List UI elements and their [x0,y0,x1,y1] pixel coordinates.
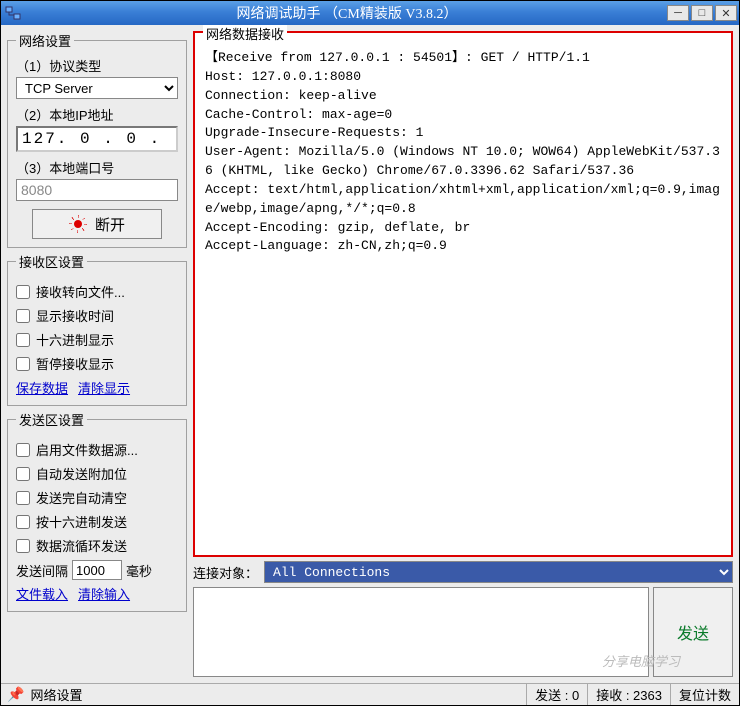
protocol-label: （1）协议类型 [16,56,178,75]
send-link-clear[interactable]: 清除输入 [78,584,130,603]
network-settings-group: 网络设置 （1）协议类型 TCP Server （2）本地IP地址 （3）本地端… [7,31,187,248]
connection-row: 连接对象： All Connections [193,561,733,583]
send-opt-auto[interactable]: 自动发送附加位 [16,464,178,483]
interval-label: 发送间隔 [16,561,68,580]
ip-label: （2）本地IP地址 [16,105,178,124]
port-label: （3）本地端口号 [16,158,178,177]
disconnect-label: 断开 [95,214,125,235]
send-settings-group: 发送区设置 启用文件数据源... 自动发送附加位 发送完自动清空 按十六进制发送… [7,410,187,612]
send-textarea[interactable] [193,587,649,677]
send-opt-clear[interactable]: 发送完自动清空 [16,488,178,507]
right-panel: 网络数据接收 【Receive from 127.0.0.1 : 54501】:… [193,31,733,677]
app-window: 网络调试助手 （CM精装版 V3.8.2） ─ □ ✕ 网络设置 （1）协议类型… [0,0,740,706]
pin-icon[interactable]: 📌 [1,686,30,703]
status-recv-count: 接收 : 2363 [587,684,670,705]
recv-area-legend: 网络数据接收 [203,25,287,43]
send-opt-loop[interactable]: 数据流循环发送 [16,536,178,555]
app-icon [3,4,23,22]
recv-opt-file[interactable]: 接收转向文件... [16,282,178,301]
send-opt-hex[interactable]: 按十六进制发送 [16,512,178,531]
titlebar[interactable]: 网络调试助手 （CM精装版 V3.8.2） ─ □ ✕ [1,1,739,25]
protocol-select[interactable]: TCP Server [16,77,178,99]
interval-input[interactable] [72,560,122,580]
status-send-count: 发送 : 0 [526,684,587,705]
recv-content[interactable]: 【Receive from 127.0.0.1 : 54501】: GET / … [195,33,731,555]
interval-unit: 毫秒 [126,561,152,580]
recv-opt-time[interactable]: 显示接收时间 [16,306,178,325]
statusbar: 📌 网络设置 发送 : 0 接收 : 2363 复位计数 [1,683,739,705]
recv-opt-pause[interactable]: 暂停接收显示 [16,354,178,373]
connection-label: 连接对象： [193,563,258,582]
left-panel: 网络设置 （1）协议类型 TCP Server （2）本地IP地址 （3）本地端… [7,31,187,677]
status-net-settings[interactable]: 网络设置 [30,685,82,704]
recv-link-save[interactable]: 保存数据 [16,378,68,397]
recv-settings-group: 接收区设置 接收转向文件... 显示接收时间 十六进制显示 暂停接收显示 保存数… [7,252,187,406]
recv-link-clear[interactable]: 清除显示 [78,378,130,397]
close-button[interactable]: ✕ [715,5,737,21]
ip-input[interactable] [16,126,178,152]
port-input[interactable] [16,179,178,201]
minimize-button[interactable]: ─ [667,5,689,21]
disconnect-button[interactable]: 断开 [32,209,162,239]
send-settings-legend: 发送区设置 [16,410,87,429]
disconnect-icon [69,215,87,233]
window-title: 网络调试助手 （CM精装版 V3.8.2） [27,3,667,23]
recv-area: 网络数据接收 【Receive from 127.0.0.1 : 54501】:… [193,31,733,557]
status-reset-button[interactable]: 复位计数 [670,684,739,705]
recv-opt-hex[interactable]: 十六进制显示 [16,330,178,349]
connection-select[interactable]: All Connections [264,561,733,583]
network-settings-legend: 网络设置 [16,31,74,50]
send-button[interactable]: 发送 [653,587,733,677]
send-opt-file[interactable]: 启用文件数据源... [16,440,178,459]
recv-settings-legend: 接收区设置 [16,252,87,271]
maximize-button[interactable]: □ [691,5,713,21]
send-link-load[interactable]: 文件载入 [16,584,68,603]
